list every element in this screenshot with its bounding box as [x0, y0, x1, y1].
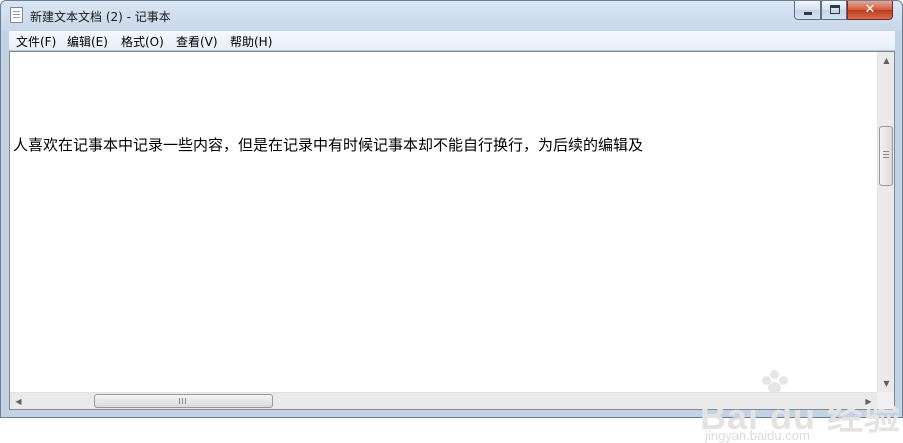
- watermark-url: jingyan.baidu.com: [705, 428, 810, 443]
- maximize-button[interactable]: [821, 1, 847, 20]
- menu-view[interactable]: 查看(V): [176, 33, 218, 50]
- menu-format[interactable]: 格式(O): [121, 33, 164, 50]
- grip-icon: [883, 151, 889, 160]
- text-editor[interactable]: 人喜欢在记事本中记录一些内容，但是在记录中有时候记事本却不能自行换行，为后续的编…: [9, 51, 900, 443]
- horizontal-scrollbar[interactable]: ◀ ▶: [10, 392, 877, 409]
- scroll-left-arrow-icon[interactable]: ◀: [10, 393, 27, 410]
- title-bar[interactable]: 新建文本文档 (2) - 记事本 ✕: [1, 1, 902, 30]
- menu-file[interactable]: 文件(F): [16, 33, 56, 50]
- vertical-scroll-thumb[interactable]: [879, 126, 893, 186]
- scroll-up-arrow-icon[interactable]: ▲: [878, 52, 895, 69]
- vertical-scrollbar[interactable]: ▲ ▼: [877, 52, 894, 392]
- notepad-window: 新建文本文档 (2) - 记事本 ✕ 文件(F) 编辑(E) 格式(O) 查看(…: [0, 0, 903, 443]
- menu-bar: 文件(F) 编辑(E) 格式(O) 查看(V) 帮助(H): [9, 31, 895, 51]
- editor-text[interactable]: 人喜欢在记事本中记录一些内容，但是在记录中有时候记事本却不能自行换行，为后续的编…: [13, 134, 643, 155]
- minimize-icon: [804, 12, 812, 15]
- notepad-icon[interactable]: [10, 7, 23, 23]
- minimize-button[interactable]: [794, 1, 821, 20]
- window-title: 新建文本文档 (2) - 记事本: [30, 10, 171, 24]
- close-icon: ✕: [864, 2, 876, 17]
- close-button[interactable]: ✕: [847, 1, 893, 20]
- maximize-icon: [830, 5, 840, 14]
- menu-edit[interactable]: 编辑(E): [67, 33, 108, 50]
- grip-icon: [179, 398, 188, 404]
- menu-help[interactable]: 帮助(H): [230, 33, 272, 50]
- scroll-down-arrow-icon[interactable]: ▼: [878, 375, 895, 392]
- scrollbar-corner: [877, 392, 894, 409]
- horizontal-scroll-thumb[interactable]: [94, 394, 273, 408]
- scroll-right-arrow-icon[interactable]: ▶: [860, 393, 877, 410]
